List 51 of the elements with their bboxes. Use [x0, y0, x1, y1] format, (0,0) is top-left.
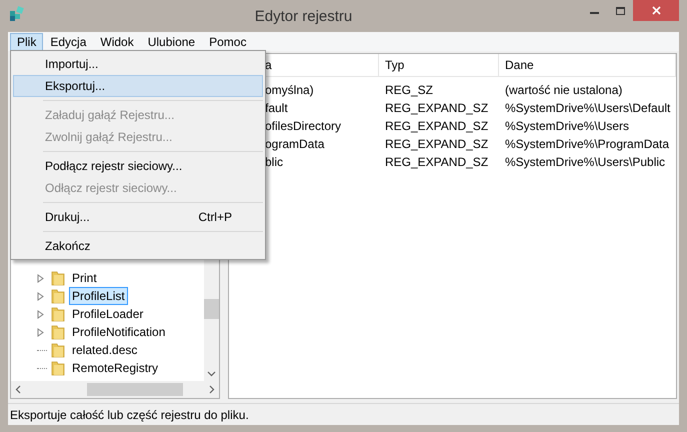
table-cell: %SystemDrive%\ProgramData	[505, 137, 670, 151]
table-cell: %SystemDrive%\Users\Default	[505, 101, 670, 115]
close-icon	[652, 6, 660, 15]
scroll-thumb[interactable]	[87, 383, 183, 396]
tree-item[interactable]: ProfileLoader	[69, 305, 146, 323]
column-header[interactable]: Dane	[499, 54, 676, 76]
status-text: Eksportuje całość lub część rejestru do pliku.	[10, 406, 249, 424]
tree-item[interactable]: ProfileNotification	[69, 323, 168, 341]
horizontal-scrollbar[interactable]	[11, 381, 219, 398]
table-cell: REG_EXPAND_SZ	[385, 101, 488, 115]
folder-icon	[51, 306, 65, 322]
table-cell: REG_EXPAND_SZ	[385, 137, 488, 151]
tree-item[interactable]: RemoteRegistry	[69, 359, 162, 377]
expand-arrow-icon[interactable]	[37, 292, 44, 300]
table-cell: REG_EXPAND_SZ	[385, 119, 488, 133]
folder-icon	[51, 288, 65, 304]
folder-icon	[51, 360, 65, 376]
tree-item[interactable]: related.desc	[69, 341, 140, 359]
scroll-thumb[interactable]	[204, 299, 219, 319]
menu-item[interactable]: Edycja	[43, 32, 94, 50]
tree-item[interactable]: ProfileList	[69, 287, 128, 305]
expand-arrow-icon[interactable]	[37, 274, 44, 282]
expand-arrow-icon[interactable]	[37, 310, 44, 318]
expand-arrow-icon[interactable]	[37, 328, 44, 336]
folder-icon	[51, 324, 65, 340]
menu-option[interactable]: Podłącz rejestr sieciowy...	[13, 155, 263, 177]
table-cell: fault	[265, 101, 288, 115]
shortcut-text: Ctrl+P	[198, 209, 232, 226]
menu-item[interactable]: Widok	[93, 32, 141, 50]
table-cell: REG_EXPAND_SZ	[385, 155, 488, 169]
column-header[interactable]: Typ	[379, 54, 499, 76]
folder-icon	[51, 342, 65, 358]
registry-icon	[8, 5, 26, 23]
table-cell: ofilesDirectory	[265, 119, 342, 133]
menu-item[interactable]: Pomoc	[202, 32, 254, 50]
menu-option[interactable]: Drukuj... Ctrl+P	[13, 206, 263, 228]
tree-item[interactable]: Print	[69, 269, 100, 287]
table-cell: REG_SZ	[385, 83, 434, 97]
close-button[interactable]	[633, 0, 679, 21]
table-cell: %SystemDrive%\Users\Public	[505, 155, 666, 169]
table-cell: ogramData	[265, 137, 324, 151]
folder-icon	[51, 270, 65, 286]
menu-option[interactable]: Zakończ	[13, 235, 263, 257]
window-title: Edytor rejestru	[254, 7, 354, 27]
table-cell: blic	[265, 155, 284, 169]
table-cell: (wartość nie ustalona)	[505, 83, 622, 97]
menu-option[interactable]: Eksportuj...	[13, 75, 263, 97]
table-cell: omyślna)	[265, 83, 314, 97]
table-cell: %SystemDrive%\Users	[505, 119, 630, 133]
menu-item[interactable]: Ulubione	[140, 32, 202, 50]
menu-item[interactable]: Plik	[10, 32, 44, 50]
